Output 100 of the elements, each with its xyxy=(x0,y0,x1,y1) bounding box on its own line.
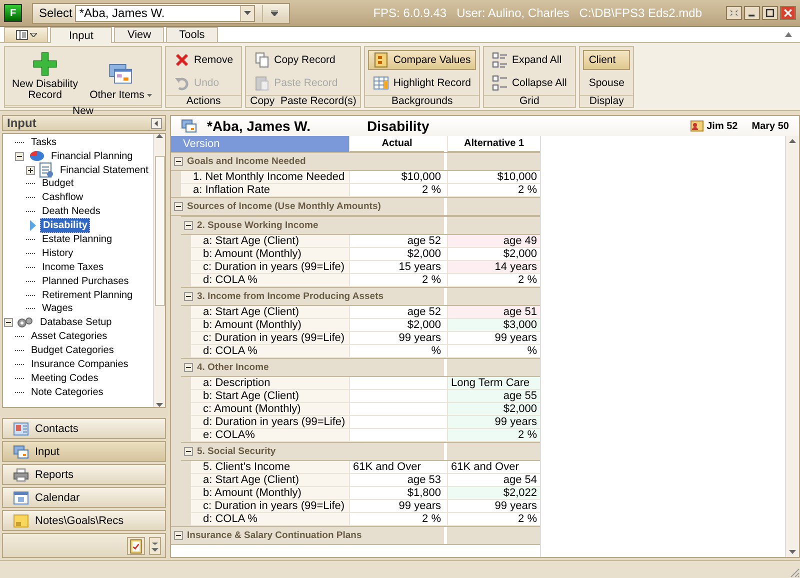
nav-button[interactable]: Notes\Goals\Recs xyxy=(2,510,166,532)
collapse-icon[interactable] xyxy=(4,318,13,328)
section-header[interactable]: Sources of Income (Use Monthly Amounts) xyxy=(171,198,444,215)
row-label: a: Inflation Rate xyxy=(181,184,349,196)
ribbon-button[interactable]: New Disability Record xyxy=(8,49,82,103)
table-cell[interactable]: 2 % xyxy=(447,429,540,441)
table-cell[interactable]: age 55 xyxy=(447,390,540,402)
table-cell[interactable]: $2,000 xyxy=(447,403,540,415)
tree-item[interactable]: Budget xyxy=(39,176,77,192)
table-cell[interactable]: $2,000 xyxy=(349,248,444,260)
tree-item[interactable]: Cashflow xyxy=(39,190,86,206)
table-cell[interactable]: $10,000 xyxy=(447,171,540,183)
table-cell[interactable]: 2 % xyxy=(447,274,540,286)
tree-item[interactable]: Death Needs xyxy=(39,204,104,220)
client-select-dropdown[interactable]: *Aba, James W. xyxy=(75,4,256,22)
table-cell[interactable]: age 49 xyxy=(447,235,540,247)
ribbon-tab[interactable]: Input xyxy=(50,27,112,43)
clipboard-check-icon[interactable] xyxy=(127,536,145,555)
section-header[interactable]: 4. Other Income xyxy=(181,359,444,376)
table-cell[interactable]: 2 % xyxy=(447,184,540,196)
ribbon-button[interactable]: Client xyxy=(582,50,630,70)
table-cell[interactable]: 99 years xyxy=(349,332,444,344)
tree-item[interactable]: Financial Statement xyxy=(57,162,152,178)
table-cell[interactable]: age 51 xyxy=(447,306,540,318)
table-cell[interactable]: Long Term Care xyxy=(447,377,540,389)
ribbon-tab[interactable]: View xyxy=(114,27,164,42)
maximize-icon[interactable] xyxy=(762,6,778,20)
collapse-icon[interactable] xyxy=(184,447,193,456)
scrollbar[interactable] xyxy=(785,136,799,557)
ribbon-button[interactable]: Highlight Record xyxy=(368,72,476,92)
minimize-icon[interactable] xyxy=(744,6,760,20)
scrollbar[interactable] xyxy=(153,134,165,408)
table-cell[interactable]: 99 years xyxy=(447,332,540,344)
ribbon-tab[interactable]: Tools xyxy=(166,27,218,42)
section-header[interactable]: 5. Social Security xyxy=(181,443,444,460)
collapse-icon[interactable] xyxy=(184,363,193,372)
resize-grip-icon[interactable] xyxy=(788,566,800,578)
row-label: 5. Client's Income xyxy=(191,461,349,473)
nav-button[interactable]: Calendar xyxy=(2,487,166,508)
table-cell[interactable]: 14 years xyxy=(447,261,540,273)
table-cell[interactable]: $2,000 xyxy=(349,319,444,331)
section-header[interactable]: Goals and Income Needed xyxy=(171,153,444,170)
collapse-icon[interactable] xyxy=(184,221,193,230)
tree-item[interactable]: Estate Planning xyxy=(39,232,116,247)
table-cell[interactable]: $1,800 xyxy=(349,487,444,499)
tree-item[interactable]: Tasks xyxy=(28,134,60,150)
tree-item[interactable]: History xyxy=(39,246,76,261)
collapse-panel-icon[interactable] xyxy=(151,118,162,129)
tree-item[interactable]: Note Categories xyxy=(28,384,106,400)
more-buttons-icon[interactable] xyxy=(149,536,161,555)
person-age: Jim 52 xyxy=(706,120,738,132)
ribbon-button[interactable]: Expand All xyxy=(486,50,572,70)
table-cell[interactable]: 2 % xyxy=(349,184,444,196)
collapse-icon[interactable] xyxy=(174,157,183,166)
close-icon[interactable] xyxy=(780,6,796,20)
tree-item[interactable]: Financial Planning xyxy=(48,148,136,164)
expand-icon[interactable] xyxy=(26,166,35,174)
tree-item[interactable]: Budget Categories xyxy=(28,343,117,358)
table-cell[interactable]: 2 % xyxy=(349,274,444,286)
ribbon-button[interactable]: Collapse All xyxy=(486,72,572,92)
section-header[interactable]: 2. Spouse Working Income xyxy=(181,217,444,234)
table-cell[interactable]: 2 % xyxy=(447,513,540,525)
scroll-down-icon xyxy=(789,550,796,554)
nav-button[interactable]: Input xyxy=(2,441,166,462)
tree-item[interactable]: Asset Categories xyxy=(28,329,110,344)
ribbon-button[interactable]: Remove xyxy=(169,50,238,70)
collapse-ribbon-icon[interactable] xyxy=(785,32,792,37)
ribbon-button[interactable]: Other Items xyxy=(84,49,158,103)
section-header[interactable]: 3. Income from Income Producing Assets xyxy=(181,288,444,305)
tree-item[interactable]: Income Taxes xyxy=(39,260,107,275)
section-header[interactable]: Insurance & Salary Continuation Plans xyxy=(171,527,444,544)
table-cell[interactable]: $2,000 xyxy=(447,248,540,260)
table-cell[interactable]: 99 years xyxy=(447,416,540,428)
tree-item[interactable]: Insurance Companies xyxy=(28,356,132,372)
table-cell[interactable]: $2,022 xyxy=(447,487,540,499)
collapse-icon[interactable] xyxy=(15,152,24,161)
table-cell[interactable]: $3,000 xyxy=(447,319,540,331)
ribbon-button[interactable]: Copy Record xyxy=(249,50,343,70)
table-cell[interactable]: 99 years xyxy=(349,500,444,512)
collapse-icon[interactable] xyxy=(174,202,183,211)
tree-item[interactable]: Database Setup xyxy=(37,315,115,330)
table-cell[interactable]: 15 years xyxy=(349,261,444,273)
tree-item[interactable]: Retirement Planning xyxy=(39,288,136,303)
tree-item[interactable]: Wages xyxy=(39,301,76,316)
collapse-icon[interactable] xyxy=(184,292,193,301)
table-cell[interactable]: $10,000 xyxy=(349,171,444,183)
table-cell[interactable]: 99 years xyxy=(447,500,540,512)
table-cell[interactable]: % xyxy=(447,345,540,357)
tree-item[interactable]: Disability xyxy=(40,218,90,234)
nav-button[interactable]: Reports xyxy=(2,464,166,486)
tree-item[interactable]: Meeting Codes xyxy=(28,370,102,386)
ribbon-button[interactable]: Compare Values xyxy=(368,50,476,70)
table-cell[interactable]: 2 % xyxy=(349,513,444,525)
table-cell[interactable]: age 54 xyxy=(447,474,540,486)
ribbon-button[interactable]: Spouse xyxy=(582,72,630,92)
tree-item[interactable]: Planned Purchases xyxy=(39,274,132,289)
collapse-icon[interactable] xyxy=(174,531,183,540)
nav-button[interactable]: Contacts xyxy=(2,418,166,440)
app-menu-button[interactable] xyxy=(4,27,48,42)
table-cell[interactable]: % xyxy=(349,345,444,357)
